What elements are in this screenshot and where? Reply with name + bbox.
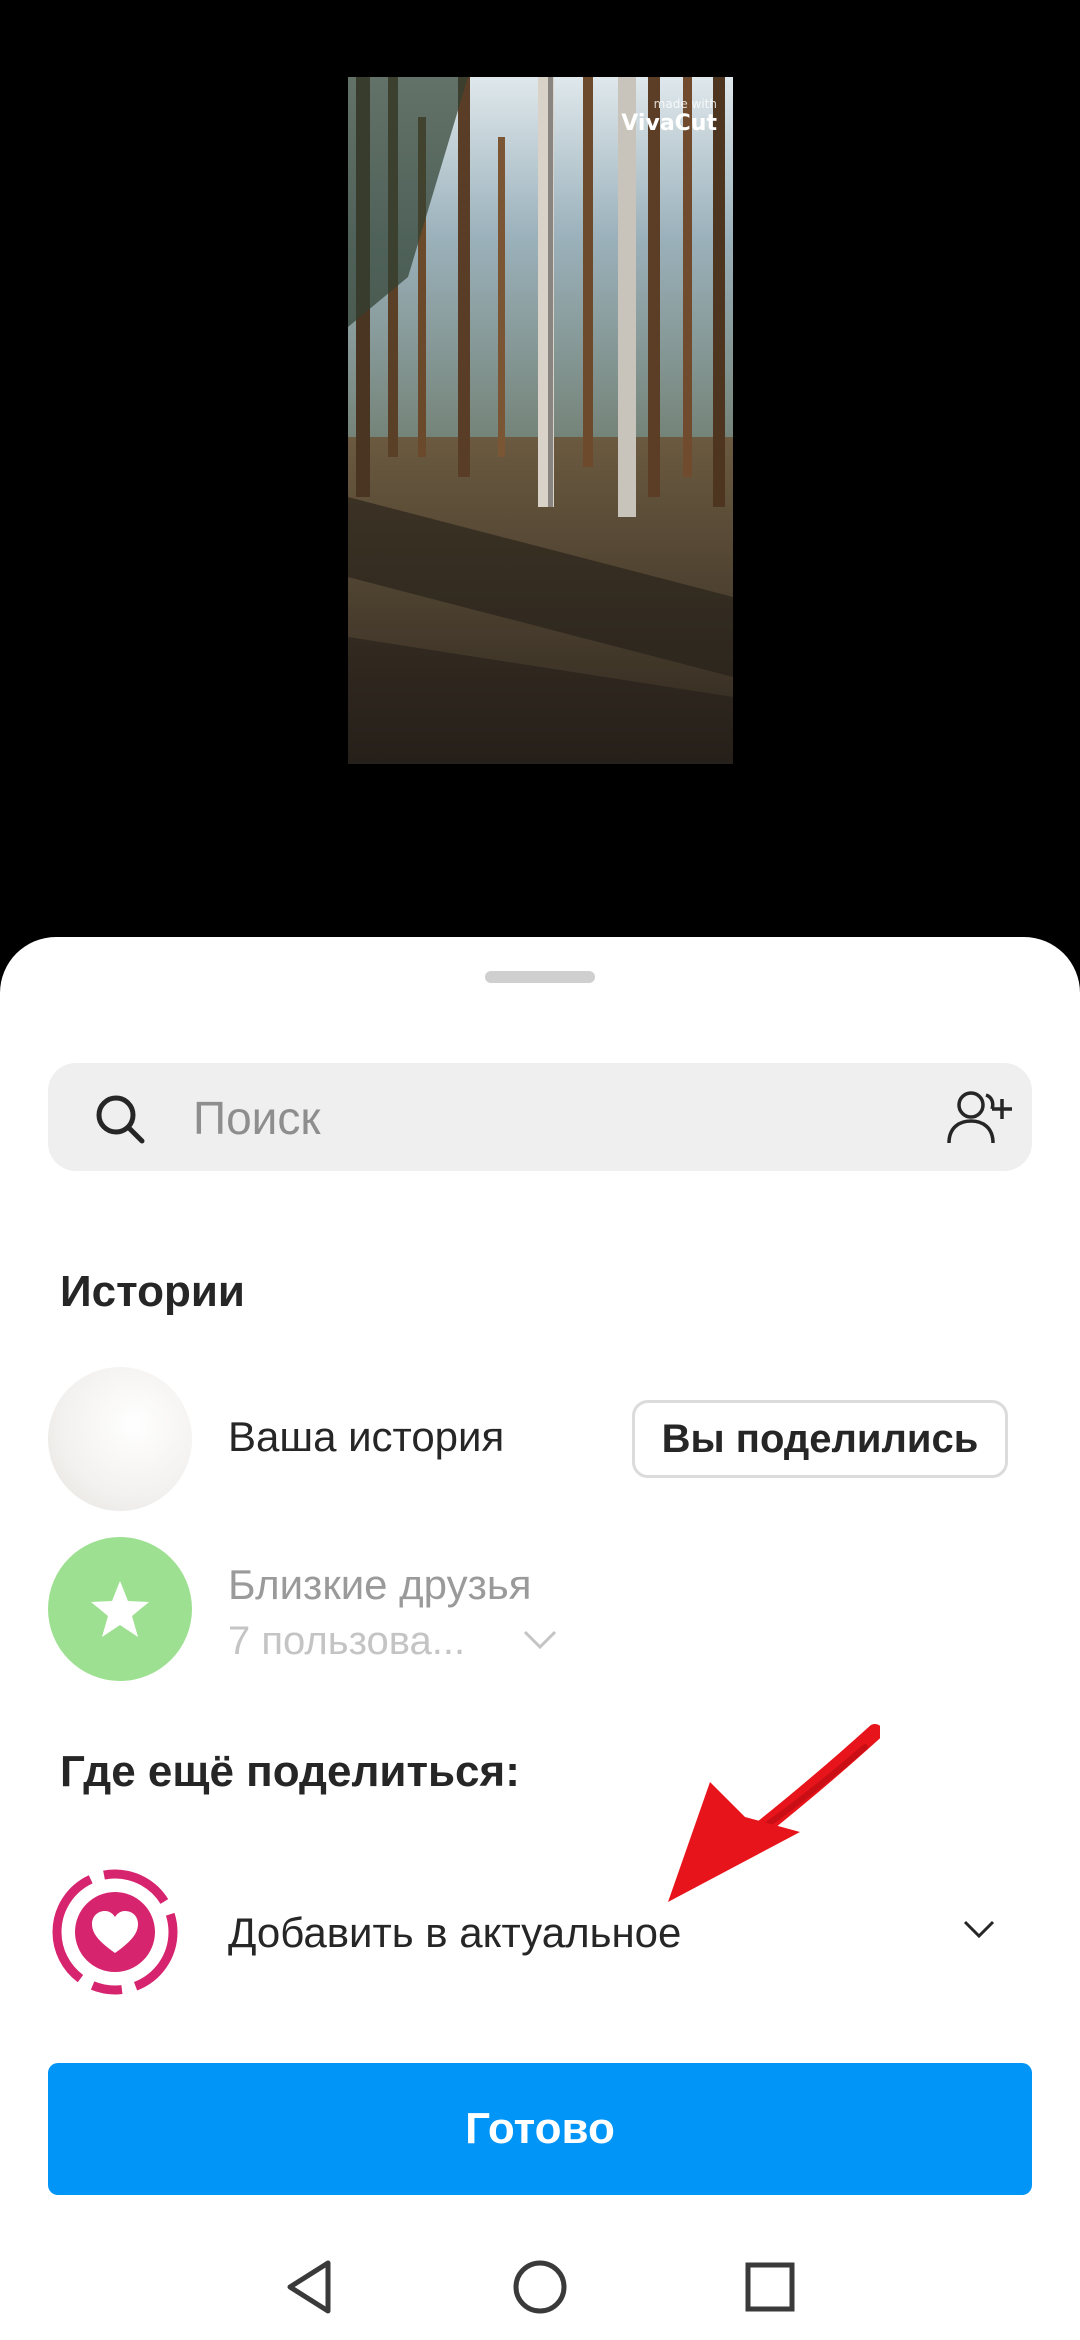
search-icon: [96, 1095, 145, 1144]
watermark-brand: VivaCut: [621, 111, 717, 136]
annotation-arrow: [668, 1724, 880, 1902]
nav-back-icon[interactable]: [280, 2257, 340, 2317]
chevron-down-icon[interactable]: [962, 1919, 996, 1941]
search-bar[interactable]: Поиск: [48, 1063, 1032, 1171]
close-friends-avatar: [48, 1537, 192, 1681]
close-friends-label: Близкие друзья: [228, 1561, 532, 1608]
watermark-small-text: made with: [653, 97, 717, 111]
done-button[interactable]: Готово: [48, 2063, 1032, 2195]
your-story-row[interactable]: Ваша история Вы поделились: [0, 1367, 1080, 1511]
search-input[interactable]: Поиск: [193, 1091, 320, 1145]
close-friends-row[interactable]: Близкие друзья 7 пользова...: [0, 1537, 1080, 1681]
close-friends-count: 7 пользова...: [228, 1619, 466, 1663]
nav-recents-icon[interactable]: [740, 2257, 800, 2317]
add-to-highlight-row[interactable]: Добавить в актуальное: [0, 1867, 1080, 1997]
nav-home-icon[interactable]: [510, 2257, 570, 2317]
story-video-preview: made with VivaCut: [348, 77, 733, 764]
shared-button[interactable]: Вы поделились: [632, 1400, 1008, 1478]
stories-section-title: Истории: [60, 1267, 245, 1316]
star-icon: [91, 1581, 149, 1637]
share-bottom-sheet: Поиск Истории Ваша история Вы поделились…: [0, 937, 1080, 2340]
chevron-down-icon[interactable]: [522, 1629, 558, 1651]
add-to-highlight-label: Добавить в актуальное: [228, 1909, 682, 1956]
forest-image: [348, 77, 733, 764]
your-story-label: Ваша история: [228, 1413, 505, 1460]
system-nav-bar: [0, 2237, 1080, 2340]
highlight-icon: [52, 1869, 178, 1995]
your-story-avatar: [48, 1367, 192, 1511]
add-friends-icon[interactable]: [944, 1085, 1014, 1149]
sheet-drag-handle[interactable]: [485, 971, 595, 983]
share-more-title: Где ещё поделиться:: [60, 1747, 520, 1796]
watermark: made with VivaCut: [621, 97, 717, 136]
